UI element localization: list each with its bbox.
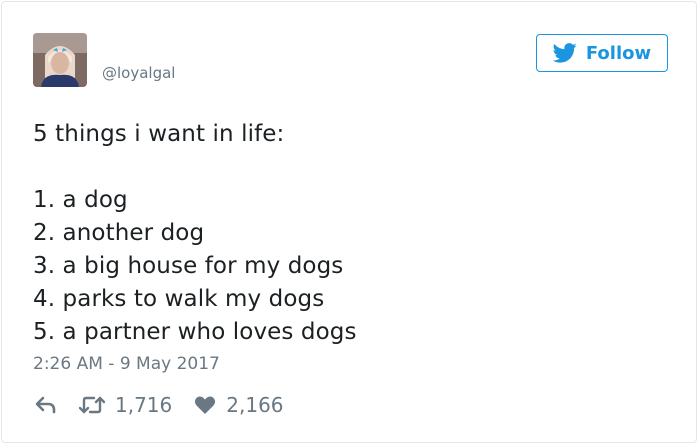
reply-button[interactable] — [35, 396, 57, 414]
tweet-line: 4. parks to walk my dogs — [33, 286, 325, 312]
tweet-line: 5 things i want in life: — [33, 121, 285, 147]
twitter-bird-icon — [552, 43, 577, 63]
tweet-text: 5 things i want in life: 1. a dog 2. ano… — [33, 118, 673, 349]
like-button[interactable]: 2,166 — [194, 393, 284, 417]
tweet-line: 5. a partner who loves dogs — [33, 319, 357, 345]
tweet-line: 2. another dog — [33, 220, 205, 246]
retweet-icon — [79, 396, 105, 414]
heart-icon — [195, 396, 216, 414]
user-handle[interactable]: @loyalgal — [102, 63, 175, 83]
tweet-actions: 1,716 2,166 — [35, 391, 284, 419]
follow-button[interactable]: Follow — [536, 34, 668, 72]
retweet-count: 1,716 — [115, 393, 173, 417]
tweet-timestamp[interactable]: 2:26 AM - 9 May 2017 — [33, 352, 220, 376]
tweet-card: @loyalgal Follow 5 things i want in life… — [1, 1, 697, 443]
tweet-line: 3. a big house for my dogs — [33, 253, 344, 279]
avatar-image — [33, 33, 87, 87]
like-count: 2,166 — [226, 393, 284, 417]
follow-label: Follow — [585, 42, 652, 64]
tweet-line: 1. a dog — [33, 187, 128, 213]
retweet-button[interactable]: 1,716 — [79, 393, 172, 417]
avatar[interactable] — [33, 33, 87, 87]
reply-icon — [35, 396, 56, 414]
